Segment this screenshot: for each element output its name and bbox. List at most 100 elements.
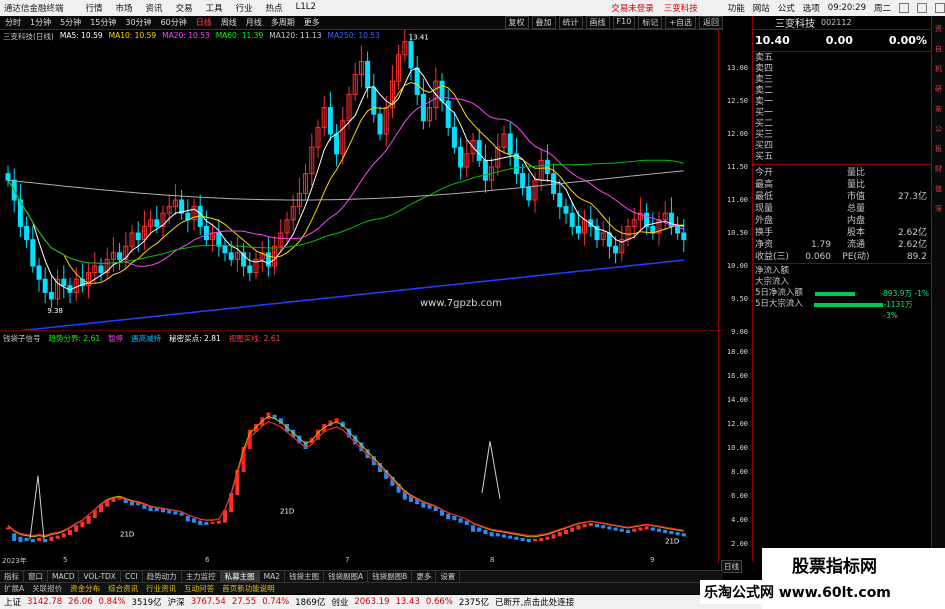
extension-tab[interactable]: 综合资讯 [104,583,142,594]
indicator-chart[interactable]: 21D 21D 21D [0,345,723,563]
indicator-tab[interactable]: 窗口 [24,571,48,582]
stat-label: 今开 [755,168,774,178]
title-right-item[interactable]: 选项 [803,2,820,14]
status-item: 3142.78 [27,597,63,607]
period-tab[interactable]: 30分钟 [123,17,153,28]
period-tab[interactable]: 60分钟 [159,17,189,28]
period-tab[interactable]: 更多 [302,17,322,28]
signal-bar [545,536,550,540]
indicator-tab[interactable]: 主力监控 [182,571,221,582]
title-right-item[interactable]: 功能 [728,2,745,14]
extension-tab[interactable]: 行业资讯 [142,583,180,594]
signal-bar [669,530,674,535]
candle-body [154,219,160,227]
side-tab[interactable]: 板 [933,144,944,156]
menu-item[interactable]: 交易 [176,2,193,14]
spike-line [29,475,45,540]
price-tick: 9.50 [731,295,748,303]
toolbar-button[interactable]: 返回 [699,16,723,29]
side-tab[interactable]: 值 [933,184,944,196]
extension-tab[interactable]: 关联报价 [28,583,66,594]
indicator-tick: 6.00 [731,492,748,500]
extension-tab[interactable]: 资金分布 [66,583,104,594]
flow-row: 大宗流入 [753,277,931,288]
menu-item[interactable]: 热点 [266,2,283,14]
stat-value [791,203,831,215]
date-tick: 6 [205,556,210,564]
side-tab[interactable]: 深 [933,204,944,216]
status-item: 0.84% [98,597,126,607]
indicator-tab[interactable]: 钱袋副图A [324,571,369,582]
period-tab[interactable]: 5分钟 [58,17,83,28]
indicator-tab[interactable]: 指标 [0,571,24,582]
period-tab[interactable]: 1分钟 [28,17,53,28]
indicator-tab[interactable]: 更多 [412,571,437,582]
signal-bar [638,527,643,531]
menu-item[interactable]: 资讯 [146,2,163,14]
indicator-tab[interactable]: CCI [121,571,143,582]
toolbar-button[interactable]: 画线 [585,16,610,29]
indicator-tab[interactable]: 钱袋副图B [368,571,413,582]
candle-body [557,192,563,208]
menu-item[interactable]: 行业 [236,2,253,14]
side-tab[interactable]: 自 [933,44,944,56]
side-tab[interactable]: 亲 [933,104,944,116]
candlestick-chart[interactable]: 13.41 9.38 [0,30,723,330]
period-tab[interactable]: 周线 [219,17,239,28]
legend-entry: MA120: 11.13 [269,31,322,40]
minimize-icon[interactable] [899,3,909,13]
menu-item[interactable]: 市场 [116,2,133,14]
period-tag[interactable]: 日线 [721,560,742,573]
extension-tab[interactable]: 互动问答 [180,583,218,594]
maximize-icon[interactable] [917,3,927,13]
toolbar-button[interactable]: +自选 [665,16,696,29]
extension-tab[interactable]: 首页新功能说明 [218,583,279,594]
signal-bar [483,529,488,535]
indicator-tab[interactable]: 设置 [436,571,461,582]
side-tab[interactable]: 财 [933,164,944,176]
side-tab[interactable]: 资 [933,24,944,36]
toolbar-button[interactable]: F10 [612,16,636,29]
signal-bar [539,537,544,541]
candle-body [42,278,48,293]
title-right-item[interactable]: 周二 [874,2,891,14]
indicator-tab[interactable]: 私募主图 [220,571,260,582]
signal-bar [495,533,500,537]
period-tab[interactable]: 分时 [3,17,23,28]
indicator-tick: 10.00 [726,444,748,452]
low-marker: 9.38 [47,307,63,315]
side-tab[interactable]: 机 [933,64,944,76]
period-tab[interactable]: 多周期 [269,17,297,28]
trend-line [7,415,684,538]
signal-bar [619,528,624,532]
stats-row: 最高 量比 [753,179,931,191]
period-tab[interactable]: 15分钟 [88,17,118,28]
toolbar-button[interactable]: 统计 [558,16,583,29]
signal-label: 21D [280,507,294,515]
indicator-tab[interactable]: VOL-TDX [79,571,121,582]
signal-bar [533,539,537,541]
title-right-item[interactable]: 公式 [778,2,795,14]
side-tab[interactable]: 研 [933,84,944,96]
period-tab[interactable]: 月线 [244,17,264,28]
toolbar-button[interactable]: 叠加 [531,16,556,29]
close-icon[interactable] [935,3,945,13]
title-right-item[interactable]: 网站 [753,2,770,14]
indicator-tab[interactable]: MA2 [260,571,286,582]
menu-item[interactable]: 工具 [206,2,223,14]
signal-bar [49,536,54,541]
extension-tab[interactable]: 扩展A [0,583,28,594]
period-tab[interactable]: 日线 [194,17,214,28]
indicator-tab[interactable]: 钱袋主图 [285,571,325,582]
menu-item[interactable]: 行情 [86,2,103,14]
side-tab[interactable]: 公 [933,124,944,136]
indicator-tab[interactable]: 趋势动力 [143,571,182,582]
indicator-tab[interactable]: MACD [48,571,80,582]
trade-login-status[interactable]: 交易未登录 [611,2,654,14]
buy-line [7,421,684,537]
toolbar-button[interactable]: 标记 [638,16,663,29]
menu-item[interactable]: L1L2 [296,2,316,14]
toolbar-button[interactable]: 复权 [504,16,529,29]
title-right-item[interactable]: 09:20:29 [828,3,866,13]
signal-bar [210,521,215,524]
